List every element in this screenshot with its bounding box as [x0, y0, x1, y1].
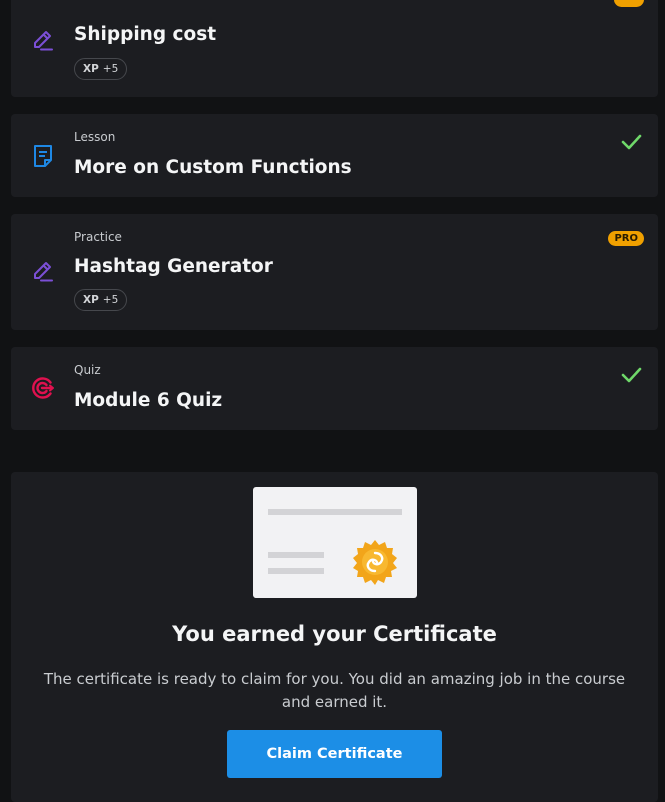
- pro-badge-partial: [614, 0, 644, 7]
- target-icon: [32, 377, 54, 399]
- pencil-icon: [34, 262, 53, 282]
- check-icon: [621, 134, 642, 150]
- document-icon: [34, 145, 52, 167]
- item-kind: Practice: [74, 230, 122, 244]
- seal-icon: [353, 540, 397, 585]
- item-kind: Lesson: [74, 130, 116, 144]
- check-icon: [621, 367, 642, 383]
- item-title: More on Custom Functions: [74, 157, 352, 178]
- certificate-line: [268, 568, 324, 574]
- practice-card-hashtag-generator[interactable]: Practice PRO Hashtag Generator XP +5: [11, 214, 658, 330]
- certificate-card: You earned your Certificate The certific…: [11, 472, 658, 802]
- xp-badge: XP +5: [74, 58, 128, 80]
- certificate-line: [268, 509, 402, 515]
- practice-card-shipping-cost[interactable]: Shipping cost XP +5: [11, 0, 658, 97]
- certificate-line: [268, 552, 324, 558]
- quiz-card-module-6-quiz[interactable]: Quiz Module 6 Quiz: [11, 347, 658, 430]
- certificate-illustration: [253, 487, 417, 598]
- pencil-icon: [34, 31, 53, 51]
- lesson-card-more-on-custom-functions[interactable]: Lesson More on Custom Functions: [11, 114, 658, 197]
- xp-label: XP: [83, 63, 99, 75]
- certificate-title: You earned your Certificate: [172, 622, 497, 646]
- item-title: Shipping cost: [74, 24, 217, 45]
- item-title: Hashtag Generator: [74, 256, 273, 277]
- xp-label: XP: [83, 294, 99, 306]
- xp-value: +5: [102, 294, 119, 306]
- xp-badge: XP +5: [74, 289, 128, 311]
- xp-value: +5: [102, 63, 119, 75]
- item-title: Module 6 Quiz: [74, 390, 223, 411]
- pro-badge: PRO: [608, 231, 644, 246]
- certificate-description: The certificate is ready to claim for yo…: [43, 670, 626, 711]
- item-kind: Quiz: [74, 363, 101, 377]
- claim-certificate-button[interactable]: Claim Certificate: [227, 730, 442, 778]
